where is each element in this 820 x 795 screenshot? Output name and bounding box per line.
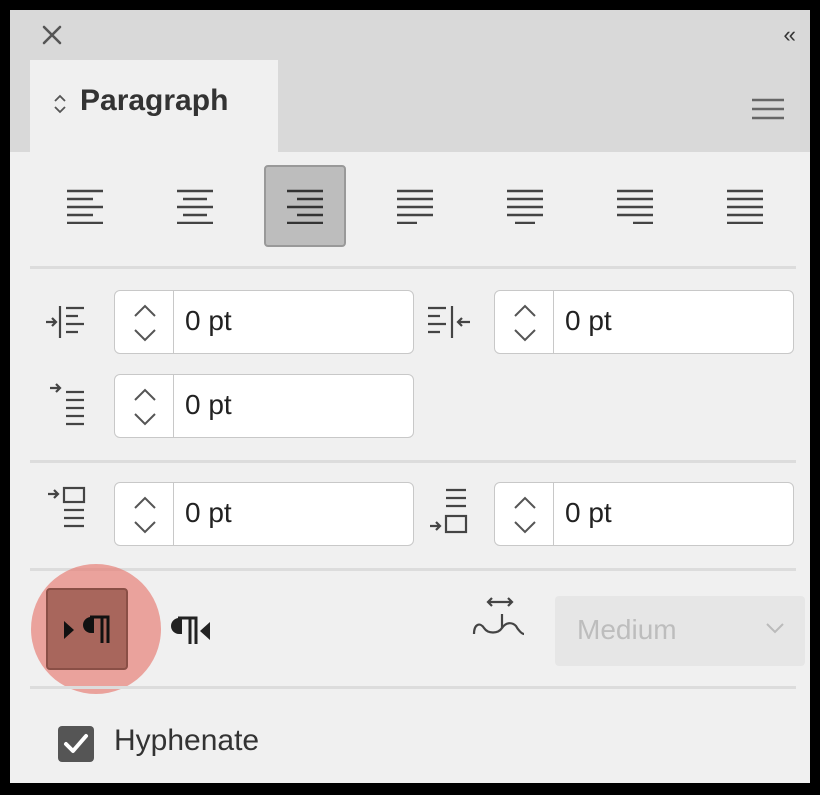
first-line-indent-field[interactable]: 0 pt <box>114 374 414 438</box>
align-left-icon <box>67 189 103 224</box>
close-icon[interactable] <box>40 23 64 47</box>
stepper-icon <box>134 304 156 342</box>
right-indent-stepper[interactable] <box>495 291 554 353</box>
hyphenate-checkbox[interactable] <box>58 726 94 762</box>
stepper-icon <box>514 496 536 534</box>
stepper-icon <box>514 304 536 342</box>
right-indent-icon <box>428 306 470 338</box>
space-before-icon <box>48 486 86 528</box>
space-before-value[interactable]: 0 pt <box>185 497 232 529</box>
tab-strip: Paragraph <box>10 60 810 152</box>
space-after-icon <box>430 488 468 534</box>
space-after-value[interactable]: 0 pt <box>565 497 612 529</box>
panel-titlebar: ‹‹ <box>10 10 810 60</box>
hyphenate-label: Hyphenate <box>114 724 260 757</box>
right-indent-field[interactable]: 0 pt <box>494 290 794 354</box>
align-center-button[interactable] <box>154 165 236 247</box>
justify-last-left-button[interactable] <box>374 165 456 247</box>
collapse-panel-button[interactable]: ‹‹ <box>783 22 796 48</box>
updown-icon <box>54 94 66 114</box>
align-right-icon <box>287 189 323 224</box>
ltr-direction-button[interactable] <box>46 588 128 670</box>
justify-last-left-icon <box>397 189 433 224</box>
paragraph-panel: ‹‹ Paragraph 0 pt 0 pt 0 pt 0 pt 0 pt Me… <box>10 10 810 783</box>
left-indent-field[interactable]: 0 pt <box>114 290 414 354</box>
ltr-paragraph-icon <box>64 615 110 643</box>
first-line-indent-value[interactable]: 0 pt <box>185 389 232 421</box>
tab-paragraph[interactable]: Paragraph <box>30 60 278 152</box>
divider <box>30 460 796 463</box>
align-left-button[interactable] <box>44 165 126 247</box>
align-center-icon <box>177 189 213 224</box>
divider <box>30 568 796 571</box>
tab-title: Paragraph <box>80 84 229 117</box>
kashida-value: Medium <box>577 614 677 645</box>
align-right-button[interactable] <box>264 165 346 247</box>
kashida-dropdown[interactable]: Medium <box>555 596 805 666</box>
first-line-indent-stepper[interactable] <box>115 375 174 437</box>
divider <box>30 686 796 689</box>
right-indent-value[interactable]: 0 pt <box>565 305 612 337</box>
alignment-buttons <box>30 158 800 253</box>
space-before-field[interactable]: 0 pt <box>114 482 414 546</box>
stepper-icon <box>134 388 156 426</box>
rtl-direction-button[interactable] <box>156 588 238 670</box>
hamburger-icon[interactable] <box>752 98 784 120</box>
stepper-icon <box>134 496 156 534</box>
space-after-stepper[interactable] <box>495 483 554 545</box>
kashida-icon <box>472 597 525 636</box>
space-before-stepper[interactable] <box>115 483 174 545</box>
first-line-indent-icon <box>50 383 84 426</box>
rtl-paragraph-icon <box>171 616 210 644</box>
checkmark-icon <box>64 734 88 753</box>
justify-last-center-icon <box>507 189 543 224</box>
left-indent-icon <box>46 306 84 338</box>
left-indent-stepper[interactable] <box>115 291 174 353</box>
space-after-field[interactable]: 0 pt <box>494 482 794 546</box>
justify-all-icon <box>727 189 763 224</box>
justify-last-right-icon <box>617 189 653 224</box>
justify-all-button[interactable] <box>704 165 786 247</box>
chevron-down-icon <box>766 623 784 634</box>
divider <box>30 266 796 269</box>
left-indent-value[interactable]: 0 pt <box>185 305 232 337</box>
justify-last-center-button[interactable] <box>484 165 566 247</box>
justify-last-right-button[interactable] <box>594 165 676 247</box>
